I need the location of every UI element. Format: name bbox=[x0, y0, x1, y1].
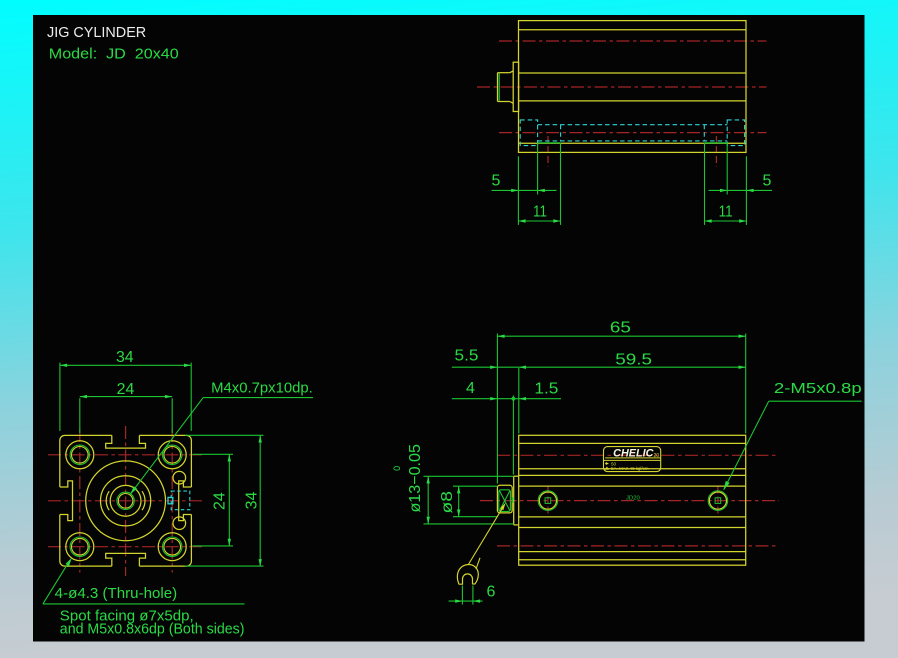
svg-text:4-ø4.3 (Thru-hole): 4-ø4.3 (Thru-hole) bbox=[55, 586, 178, 602]
svg-text:5.5: 5.5 bbox=[455, 347, 479, 364]
svg-text:24: 24 bbox=[211, 492, 228, 510]
svg-text:CA=MAX 40 kgf/cm: CA=MAX 40 kgf/cm bbox=[611, 466, 649, 471]
svg-text:5: 5 bbox=[491, 173, 500, 190]
svg-text:24: 24 bbox=[117, 381, 135, 398]
svg-text:11: 11 bbox=[533, 204, 547, 221]
svg-text:5: 5 bbox=[762, 173, 771, 190]
svg-text:11: 11 bbox=[719, 204, 733, 221]
svg-text:1.5: 1.5 bbox=[534, 381, 558, 398]
svg-text:6: 6 bbox=[487, 583, 496, 600]
svg-text:4: 4 bbox=[466, 380, 475, 397]
svg-text:Model: JD 20x40: Model: JD 20x40 bbox=[49, 45, 179, 62]
svg-text:34: 34 bbox=[243, 492, 260, 510]
svg-text:ø13−0.05: ø13−0.05 bbox=[407, 444, 424, 513]
svg-text:and M5x0.8x6dp (Both sides): and M5x0.8x6dp (Both sides) bbox=[60, 621, 245, 637]
svg-text:JIG CYLINDER: JIG CYLINDER bbox=[47, 25, 146, 41]
svg-text:34: 34 bbox=[116, 349, 134, 366]
svg-text:2-M5x0.8p: 2-M5x0.8p bbox=[774, 381, 862, 397]
svg-text:0: 0 bbox=[392, 466, 402, 471]
svg-text:ø8: ø8 bbox=[439, 491, 456, 514]
svg-text:59.5: 59.5 bbox=[615, 351, 652, 368]
svg-text:65: 65 bbox=[610, 319, 631, 336]
svg-text:M4x0.7px10dp.: M4x0.7px10dp. bbox=[211, 381, 313, 397]
svg-text:JD20: JD20 bbox=[626, 495, 640, 501]
